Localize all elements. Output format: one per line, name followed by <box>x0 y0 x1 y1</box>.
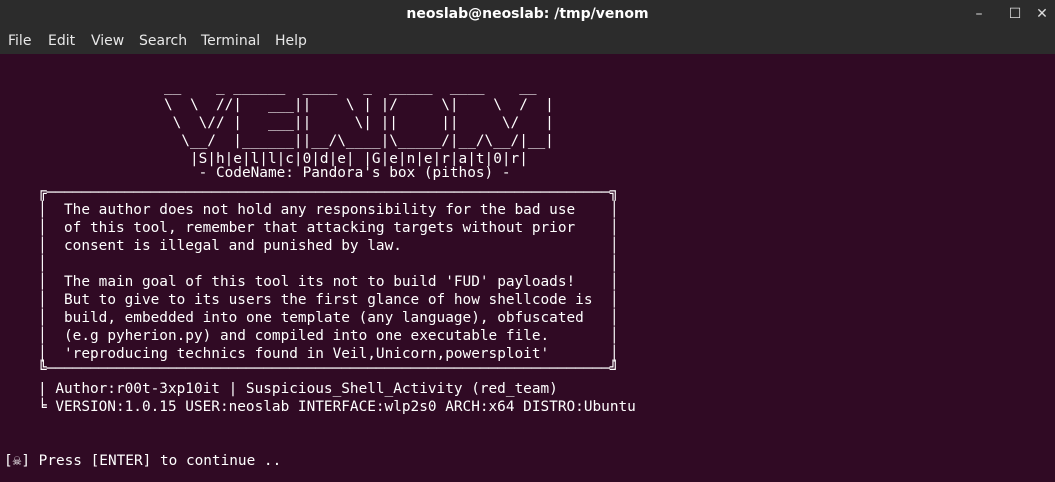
disclaimer-box-top: ╔───────────────────────────────────────… <box>38 185 619 201</box>
banner-line: \ \// | ___|| \| || || \/ | <box>86 115 554 131</box>
version-line: ╘ VERSION:1.0.15 USER:neoslab INTERFACE:… <box>38 399 636 415</box>
menu-bar: File Edit View Search Terminal Help <box>0 28 1055 54</box>
disclaimer-line: │ build, embedded into one template (any… <box>38 310 619 326</box>
banner-line: \ \ //| ___|| \ | |/ \| \ / | <box>86 97 554 113</box>
disclaimer-line: │ But to give to its users the first gla… <box>38 292 619 308</box>
disclaimer-line: │ consent is illegal and punished by law… <box>38 238 619 254</box>
disclaimer-line: │ │ <box>38 256 619 272</box>
disclaimer-line: │ The main goal of this tool its not to … <box>38 274 619 290</box>
disclaimer-box-bottom: ╚───────────────────────────────────────… <box>38 361 619 377</box>
disclaimer-line: │ The author does not hold any responsib… <box>38 202 619 218</box>
title-bar: neoslab@neoslab: /tmp/venom – ☐ ✕ <box>0 0 1055 28</box>
menu-view[interactable]: View <box>91 28 124 54</box>
menu-file[interactable]: File <box>8 28 31 54</box>
menu-search[interactable]: Search <box>139 28 187 54</box>
banner-line: __ _ ______ ____ _ _____ ____ __ <box>86 79 537 95</box>
banner-line: \__/ |______||__/\____|\_____/|__/\__/|_… <box>86 133 554 149</box>
window-title: neoslab@neoslab: /tmp/venom <box>406 6 649 22</box>
menu-terminal[interactable]: Terminal <box>201 28 260 54</box>
menu-help[interactable]: Help <box>275 28 307 54</box>
minimize-button[interactable]: – <box>964 0 994 28</box>
terminal-output[interactable]: __ _ ______ ____ _ _____ ____ __ \ \ //|… <box>0 54 1055 482</box>
disclaimer-line: │ (e.g pyherion.py) and compiled into on… <box>38 328 619 344</box>
close-button[interactable]: ✕ <box>1027 0 1055 28</box>
continue-prompt: [☠] Press [ENTER] to continue .. <box>4 453 282 469</box>
author-line: | Author:r00t-3xp10it | Suspicious_Shell… <box>38 381 558 397</box>
menu-edit[interactable]: Edit <box>48 28 75 54</box>
disclaimer-line: │ of this tool, remember that attacking … <box>38 220 619 236</box>
codename-line: - CodeName: Pandora's box (pithos) - <box>86 165 511 181</box>
maximize-button[interactable]: ☐ <box>1000 0 1030 28</box>
